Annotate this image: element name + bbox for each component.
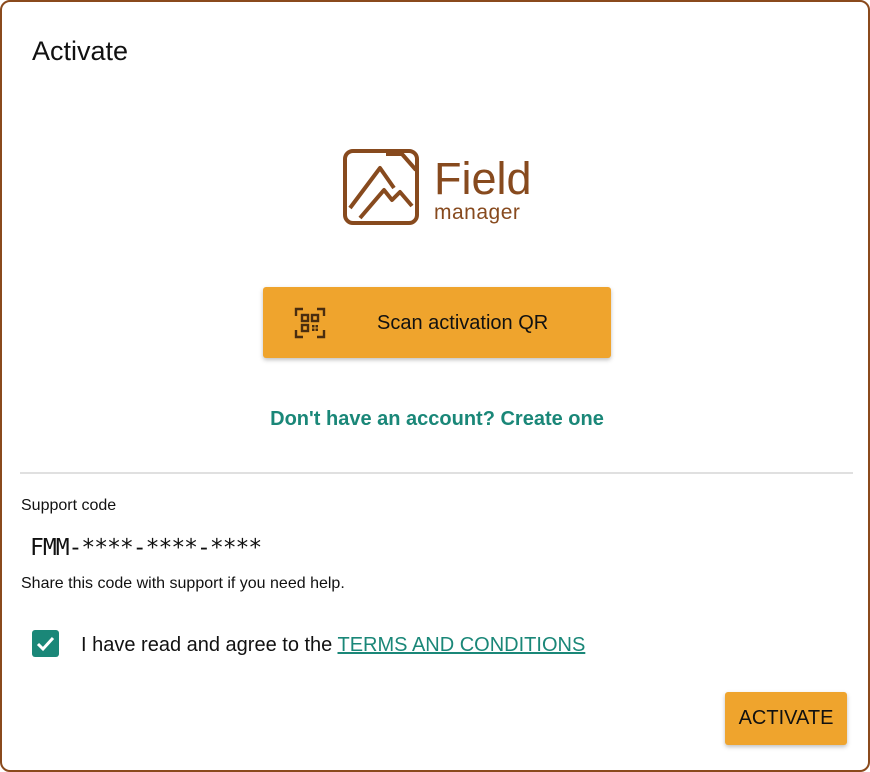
logo-sub: manager <box>434 201 521 224</box>
terms-prefix: I have read and agree to the <box>81 634 338 656</box>
dialog-title: Activate <box>32 36 129 66</box>
support-code-value: FMM-****-****-**** <box>30 535 262 561</box>
logo-word: Field <box>434 153 532 204</box>
activate-dialog: Activate Field manager Scan activation Q… <box>0 0 870 772</box>
terms-link[interactable]: TERMS AND CONDITIONS <box>338 634 586 656</box>
create-account-link[interactable]: Don't have an account? Create one <box>2 408 870 431</box>
terms-agreement: I have read and agree to the TERMS AND C… <box>81 634 585 657</box>
mountain-logo-icon <box>343 149 419 225</box>
activate-button[interactable]: ACTIVATE <box>725 692 847 745</box>
scan-button-label: Scan activation QR <box>377 312 549 334</box>
terms-checkbox[interactable] <box>32 630 59 657</box>
support-code-label: Support code <box>21 497 117 514</box>
divider <box>20 472 853 474</box>
scan-activation-qr-button[interactable]: Scan activation QR <box>263 287 611 358</box>
support-code-help: Share this code with support if you need… <box>21 575 345 592</box>
qr-code-icon <box>294 307 326 339</box>
check-icon <box>36 636 55 652</box>
field-manager-logo: Field manager <box>342 148 534 230</box>
